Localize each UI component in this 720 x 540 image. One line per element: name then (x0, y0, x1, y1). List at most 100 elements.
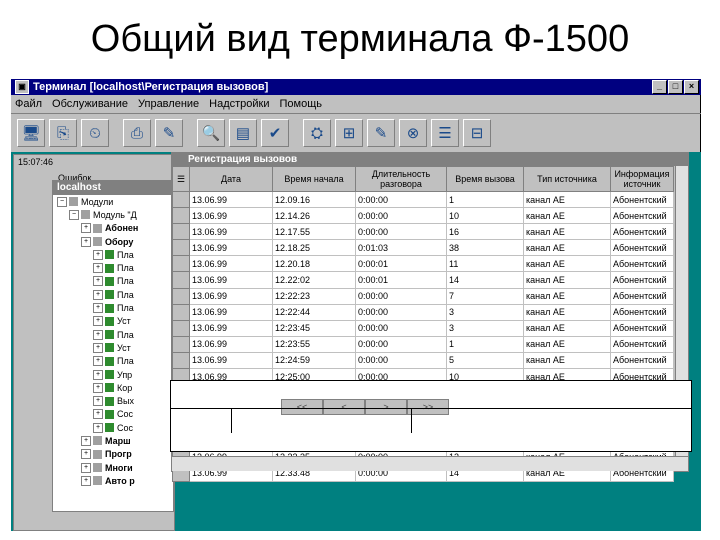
col-source-type[interactable]: Тип источника (523, 166, 611, 192)
expand-icon[interactable]: + (81, 223, 91, 234)
table-cell[interactable]: 0:00:00 (355, 190, 447, 209)
table-cell[interactable]: канал АЕ (523, 271, 611, 289)
tree-item[interactable]: + Пла (53, 355, 173, 368)
tree-item[interactable]: + Пла (53, 288, 173, 301)
table-cell[interactable]: Абонентский (610, 271, 674, 289)
maximize-button[interactable]: □ (668, 80, 683, 94)
table-cell[interactable]: 12.18.25 (272, 239, 356, 257)
row-selector[interactable] (172, 303, 190, 321)
tree-item[interactable]: + Многи (53, 461, 173, 474)
print-icon[interactable]: ⎙ (123, 119, 151, 147)
search-icon[interactable]: 🔍 (197, 119, 225, 147)
expand-icon[interactable]: + (93, 382, 103, 393)
table-cell[interactable]: 12.09.16 (272, 190, 356, 209)
table-cell[interactable]: 12:23:45 (272, 319, 356, 337)
expand-icon[interactable]: + (81, 449, 91, 460)
table-row[interactable]: 13.06.99 12.09.16 0:00:00 1 канал АЕ Абонентс… (172, 190, 674, 209)
menu-help[interactable]: Помощь (280, 98, 323, 110)
table-row[interactable]: 13.06.99 12:22:23 0:00:00 7 канал АЕ Абонентс… (172, 287, 674, 305)
table-row[interactable]: 13.06.99 12:24:59 0:00:00 5 канал АЕ Абонентс… (172, 351, 674, 370)
table-cell[interactable]: 13.06.99 (189, 303, 273, 321)
tree-view[interactable]: − Модули − Модуль "Д + Абонен + Обору + Пла + Пла + П… (53, 195, 173, 488)
table-cell[interactable]: канал АЕ (523, 255, 611, 273)
table-cell[interactable]: 0:00:01 (355, 255, 447, 273)
table-row[interactable]: 13.06.99 12.17.55 0:00:00 16 канал АЕ Абонент… (172, 223, 674, 241)
network-edit-icon[interactable]: ✎ (367, 119, 395, 147)
table-cell[interactable]: Абонентский (610, 223, 674, 241)
table-cell[interactable]: 13.06.99 (189, 207, 273, 225)
row-selector[interactable] (172, 207, 190, 225)
table-cell[interactable]: канал АЕ (523, 319, 611, 337)
table-cell[interactable]: 0:00:01 (355, 271, 447, 289)
tree-item[interactable]: + Авто р (53, 474, 173, 487)
table-cell[interactable]: 13.06.99 (189, 190, 273, 209)
row-selector[interactable] (172, 335, 190, 353)
network-list-icon[interactable]: ☰ (431, 119, 459, 147)
table-cell[interactable]: 5 (446, 351, 524, 370)
table-cell[interactable]: 3 (446, 303, 524, 321)
table-cell[interactable]: 12.20.18 (272, 255, 356, 273)
window-titlebar[interactable]: ▣ Терминал [localhost\Регистрация вызово… (11, 79, 701, 95)
table-row[interactable]: 13.06.99 12.22:02 0:00:01 14 канал АЕ Абонент… (172, 271, 674, 289)
table-cell[interactable]: 13.06.99 (189, 271, 273, 289)
expand-icon[interactable]: − (69, 209, 79, 220)
table-cell[interactable]: 12.22:02 (272, 271, 356, 289)
row-selector[interactable] (172, 351, 190, 370)
table-row[interactable]: 13.06.99 12:23:55 0:00:00 1 канал АЕ Абонентс… (172, 335, 674, 353)
tree-item[interactable]: + Сос (53, 408, 173, 421)
table-cell[interactable]: канал АЕ (523, 303, 611, 321)
row-selector[interactable] (172, 223, 190, 241)
minimize-button[interactable]: _ (652, 80, 667, 94)
expand-icon[interactable]: + (81, 475, 91, 486)
expand-icon[interactable]: + (93, 422, 103, 433)
table-cell[interactable]: Абонентский (610, 335, 674, 353)
table-cell[interactable]: 1 (446, 335, 524, 353)
row-selector[interactable] (172, 255, 190, 273)
tree-item[interactable]: + Пла (53, 301, 173, 314)
table-cell[interactable]: 7 (446, 287, 524, 305)
table-cell[interactable]: 11 (446, 255, 524, 273)
table-cell[interactable]: Абонентский (610, 239, 674, 257)
table-cell[interactable]: 3 (446, 319, 524, 337)
expand-icon[interactable]: + (93, 329, 103, 340)
expand-icon[interactable]: + (93, 303, 103, 314)
table-row[interactable]: 13.06.99 12.18.25 0:01:03 38 канал АЕ Абонент… (172, 239, 674, 257)
expand-icon[interactable]: + (93, 316, 103, 327)
table-cell[interactable]: 0:00:00 (355, 223, 447, 241)
table-row[interactable]: 13.06.99 12:23:45 0:00:00 3 канал АЕ Абонентс… (172, 319, 674, 337)
table-row[interactable]: 13.06.99 12:22:44 0:00:00 3 канал АЕ Абонентс… (172, 303, 674, 321)
expand-icon[interactable]: + (81, 236, 91, 247)
expand-icon[interactable]: + (93, 409, 103, 420)
network-add-icon[interactable]: ⊞ (335, 119, 363, 147)
table-cell[interactable]: 16 (446, 223, 524, 241)
row-selector[interactable] (172, 287, 190, 305)
tree-item[interactable]: + Кор (53, 381, 173, 394)
table-cell[interactable]: 0:00:00 (355, 303, 447, 321)
col-start-time[interactable]: Время начала (272, 166, 356, 192)
table-cell[interactable]: 12.14.26 (272, 207, 356, 225)
menu-service[interactable]: Обслуживание (52, 98, 128, 110)
tree-item[interactable]: + Уст (53, 341, 173, 354)
monitor-icon[interactable]: 🖥 (17, 119, 45, 147)
table-cell[interactable]: канал АЕ (523, 207, 611, 225)
table-cell[interactable]: 0:01:03 (355, 239, 447, 257)
tree-item[interactable]: + Вых (53, 394, 173, 407)
table-cell[interactable]: Абонентский (610, 255, 674, 273)
tree-item[interactable]: + Упр (53, 368, 173, 381)
tree-item[interactable]: + Сос (53, 421, 173, 434)
col-call-time[interactable]: Время вызова (446, 166, 524, 192)
expand-icon[interactable]: + (93, 249, 103, 260)
expand-icon[interactable]: − (57, 196, 67, 207)
expand-icon[interactable]: + (93, 276, 103, 287)
tree-item[interactable]: + Уст (53, 315, 173, 328)
table-cell[interactable]: Абонентский (610, 319, 674, 337)
table-cell[interactable]: 13.06.99 (189, 239, 273, 257)
table-cell[interactable]: 13.06.99 (189, 351, 273, 370)
tree-item[interactable]: + Пла (53, 261, 173, 274)
table-cell[interactable]: 0:00:00 (355, 287, 447, 305)
copy-icon[interactable]: ⎘ (49, 119, 77, 147)
table-cell[interactable]: канал АЕ (523, 223, 611, 241)
table-cell[interactable]: Абонентский (610, 207, 674, 225)
table-cell[interactable]: 10 (446, 207, 524, 225)
col-source-info[interactable]: Информация источник (610, 166, 674, 192)
